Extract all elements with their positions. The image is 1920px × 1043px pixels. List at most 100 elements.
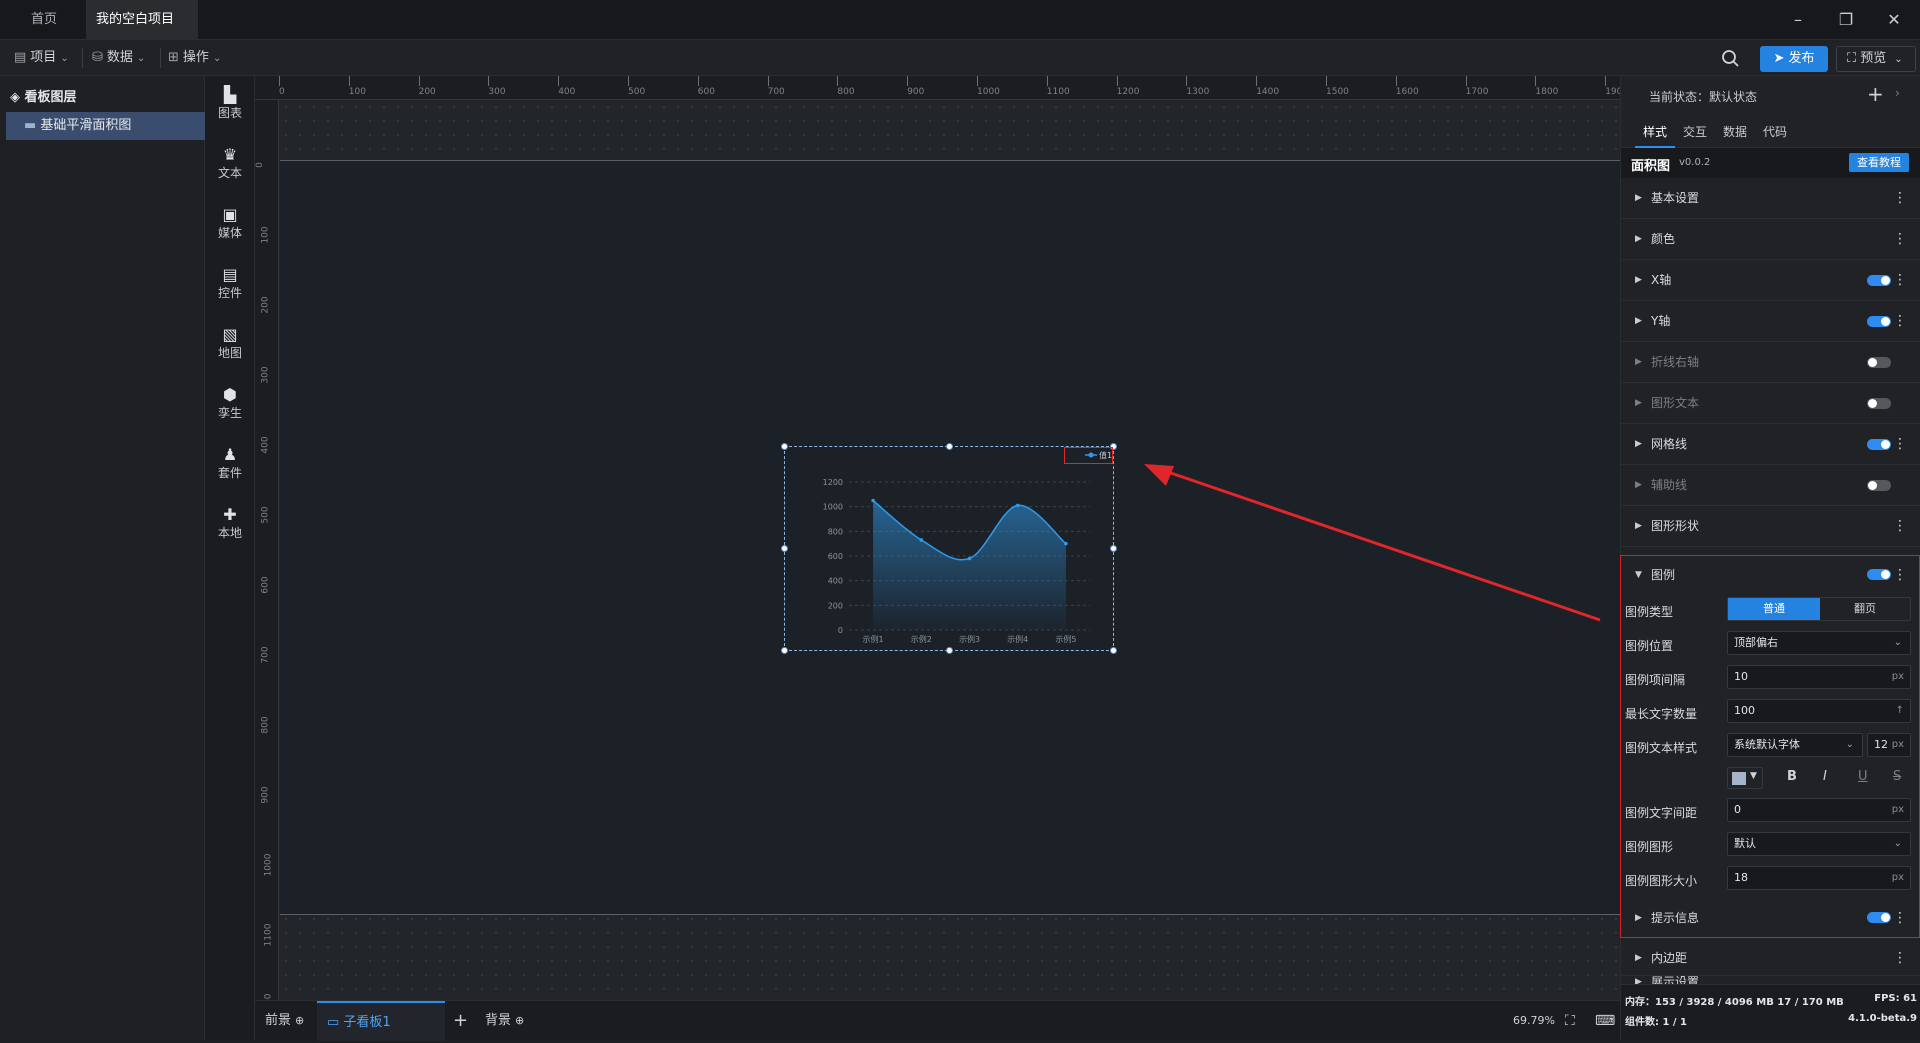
data-point: [1064, 541, 1068, 546]
section-row[interactable]: ▶ 辅助线: [1621, 465, 1920, 506]
section-label: 辅助线: [1651, 478, 1688, 492]
tab-project[interactable]: 我的空白项目: [86, 0, 198, 64]
section-toggle[interactable]: [1867, 357, 1891, 368]
ruler-tick: [488, 76, 490, 86]
comp-chart[interactable]: ▙ 图表: [205, 86, 255, 121]
ruler-left-label: 700: [260, 646, 271, 664]
area-chart: 020040060080010001200示例1 示例2 示例3 示例4 示例5值1: [823, 450, 1112, 644]
section-toggle[interactable]: [1867, 398, 1891, 409]
resize-handle[interactable]: [1110, 545, 1117, 552]
comp-kit[interactable]: ♟ 套件: [205, 446, 255, 481]
add-state-icon[interactable]: +: [1867, 82, 1884, 106]
ruler-top: 0 100 200 300 400 500 600 700 800 900 1000 1100 1200…: [255, 76, 1620, 100]
tab-subboard[interactable]: ▭ 子看板1: [317, 1001, 445, 1041]
resize-handle[interactable]: [781, 443, 788, 450]
layer-item[interactable]: ▬ 基础平滑面积图: [6, 112, 205, 140]
tutorial-button[interactable]: 查看教程: [1849, 153, 1909, 172]
comp-twin[interactable]: ⬢ 孪生: [205, 386, 255, 421]
database-icon: ⛁: [92, 50, 103, 65]
more-icon[interactable]: ⋮: [1893, 178, 1907, 219]
zoom-level[interactable]: 69.79%: [1513, 1001, 1555, 1041]
send-icon: ➤: [1773, 51, 1789, 66]
minimize-icon[interactable]: –: [1786, 8, 1810, 32]
comp-map[interactable]: ▧ 地图: [205, 326, 255, 361]
ruler-tick: [628, 76, 629, 86]
annotation-arrow: [1144, 464, 1601, 622]
section-row[interactable]: ▶ X轴 ⋮: [1621, 260, 1920, 301]
text-icon: ♛: [222, 145, 238, 164]
comp-control[interactable]: ▤ 控件: [205, 266, 255, 301]
state-value[interactable]: 默认状态: [1709, 90, 1757, 104]
tab-style[interactable]: 样式: [1635, 116, 1675, 148]
ruler-top-label: 1600: [1395, 87, 1419, 97]
comp-map-label: 地图: [217, 346, 242, 360]
close-icon[interactable]: ✕: [1882, 8, 1906, 32]
y-tick-label: 400: [828, 577, 843, 586]
tab-data-label: 数据: [1722, 125, 1747, 139]
section-row[interactable]: ▶ Y轴 ⋮: [1621, 301, 1920, 342]
resize-handle[interactable]: [946, 647, 953, 654]
section-row[interactable]: ▶ 网格线 ⋮: [1621, 424, 1920, 465]
menu-ops[interactable]: ⊞ 操作 ⌄: [168, 46, 221, 70]
more-icon[interactable]: ⋮: [1893, 219, 1907, 260]
section-toggle[interactable]: [1867, 480, 1891, 491]
section-row[interactable]: ▶ 折线右轴: [1621, 342, 1920, 383]
more-icon[interactable]: ⋮: [1893, 301, 1907, 342]
tab-interaction[interactable]: 交互: [1675, 116, 1715, 148]
grid-icon: ⊞: [168, 50, 179, 65]
tab-background[interactable]: 背景 ⊕: [485, 1001, 524, 1041]
section-padding[interactable]: ▶ 内边距 ⋮: [1621, 938, 1920, 976]
x-tick-label: 示例3: [959, 634, 980, 644]
tab-foreground[interactable]: 前景 ⊕: [265, 1001, 304, 1041]
tab-project-label: 我的空白项目: [96, 12, 175, 27]
comp-text[interactable]: ♛ 文本: [205, 146, 255, 181]
section-row[interactable]: ▶ 图形文本: [1621, 383, 1920, 424]
ruler-left-label: 900: [260, 786, 271, 804]
resize-handle[interactable]: [1110, 647, 1117, 654]
add-board-icon[interactable]: +: [453, 1001, 468, 1041]
more-icon[interactable]: ⋮: [1893, 424, 1907, 465]
section-row[interactable]: ▶ 颜色 ⋮: [1621, 219, 1920, 260]
preview-button[interactable]: ⛶ 预览 ⌄: [1836, 46, 1916, 72]
search-icon[interactable]: [1720, 48, 1742, 70]
selected-chart[interactable]: 0 200 400 600 800 1000 1200 示例1 示例2 示例3 示例4 示例5 值1: [781, 443, 1117, 654]
comp-local[interactable]: ✚ 本地: [205, 506, 255, 541]
add-circle-icon[interactable]: ⊕: [295, 1014, 304, 1027]
foreground-label: 前景: [265, 1013, 292, 1028]
section-label: 颜色: [1651, 232, 1676, 246]
layers-title: 看板图层: [24, 90, 77, 105]
resize-handle[interactable]: [781, 545, 788, 552]
tab-home[interactable]: 首页: [10, 0, 78, 40]
resize-handle[interactable]: [946, 443, 953, 450]
restore-icon[interactable]: ❐: [1834, 8, 1858, 32]
tab-data[interactable]: 数据: [1715, 116, 1755, 148]
comp-media[interactable]: ▣ 媒体: [205, 206, 255, 241]
more-icon[interactable]: ⋮: [1893, 260, 1907, 301]
section-toggle[interactable]: [1867, 439, 1891, 450]
more-icon[interactable]: ⋮: [1893, 506, 1907, 547]
chevron-down-icon: ⌄: [212, 53, 222, 64]
section-toggle[interactable]: [1867, 275, 1891, 286]
background-label: 背景: [485, 1013, 512, 1028]
menu-ops-label: 操作: [182, 50, 209, 65]
caret-right-icon: ▶: [1635, 953, 1642, 963]
chevron-right-icon[interactable]: ›: [1895, 86, 1900, 100]
add-circle-icon[interactable]: ⊕: [515, 1014, 524, 1027]
divider: [160, 48, 161, 68]
fit-screen-icon[interactable]: ⛶: [1565, 1001, 1575, 1041]
section-row[interactable]: ▶ 基本设置 ⋮: [1621, 178, 1920, 219]
resize-handle[interactable]: [781, 647, 788, 654]
more-icon[interactable]: ⋮: [1893, 938, 1907, 978]
keyboard-icon[interactable]: ⌨: [1595, 1001, 1615, 1041]
ruler-tick: [697, 76, 699, 86]
cube-icon: ⬢: [223, 385, 237, 404]
section-toggle[interactable]: [1867, 316, 1891, 327]
caret-right-icon: ▶: [1635, 357, 1642, 367]
menu-project[interactable]: ▤ 项目 ⌄: [14, 46, 69, 70]
menu-data[interactable]: ⛁ 数据 ⌄: [92, 46, 145, 70]
section-row[interactable]: ▶ 图形形状 ⋮: [1621, 506, 1920, 547]
tab-code[interactable]: 代码: [1755, 116, 1795, 148]
comp-kit-label: 套件: [217, 466, 242, 480]
publish-button[interactable]: ➤ 发布: [1760, 46, 1828, 72]
section-label: X轴: [1651, 273, 1672, 287]
